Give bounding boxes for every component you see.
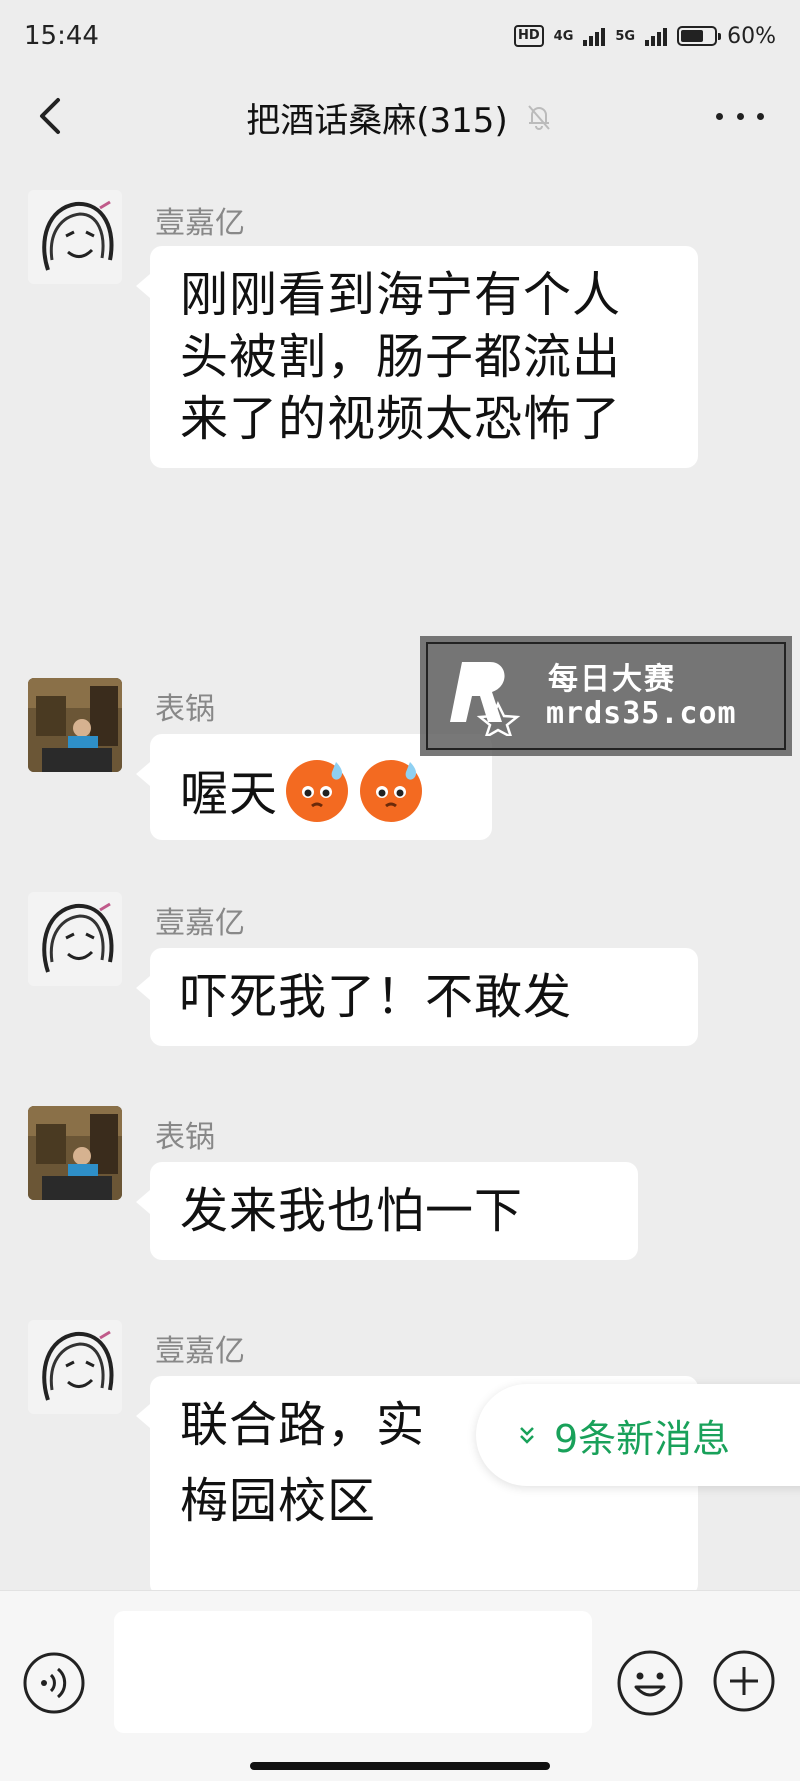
voice-button[interactable] [22, 1651, 86, 1715]
sender-name: 壹嘉亿 [155, 906, 245, 941]
sender-name: 表锅 [155, 692, 215, 727]
voice-icon [23, 1652, 85, 1714]
avatar[interactable] [28, 1320, 122, 1414]
sketch-face-avatar-icon [28, 190, 122, 284]
signal-icon [583, 26, 606, 46]
watermark-url: mrds35.com [546, 696, 737, 731]
battery-icon [677, 26, 722, 46]
avatar[interactable] [28, 190, 122, 284]
message-input[interactable] [114, 1611, 592, 1733]
status-time: 15:44 [24, 21, 99, 51]
avatar[interactable] [28, 678, 122, 772]
sender-name: 壹嘉亿 [155, 206, 245, 241]
chevron-left-icon [40, 98, 60, 134]
sender-name: 壹嘉亿 [155, 1334, 245, 1369]
battery-fill [681, 30, 703, 42]
emoji-button[interactable] [616, 1649, 684, 1717]
smiley-icon [617, 1650, 683, 1716]
sweat-face-emoji [286, 760, 349, 822]
message-bubble[interactable]: 吓死我了！不敢发 [136, 948, 698, 1046]
battery-percent: 60% [727, 23, 776, 49]
message-text: 刚刚看到海宁有个人头被割，肠子都流出来了的视频太恐怖了 [180, 267, 622, 447]
plus-circle-icon [713, 1650, 775, 1712]
message-bubble[interactable]: 发来我也怕一下 [136, 1162, 638, 1260]
network-4g-label: 4G [553, 28, 574, 44]
watermark-logo-icon [450, 662, 521, 736]
more-dots-icon [716, 112, 723, 120]
signal-icon [645, 26, 668, 46]
sender-name: 表锅 [155, 1120, 215, 1155]
photo-avatar-icon [28, 678, 122, 772]
back-button[interactable] [30, 94, 74, 138]
avatar[interactable] [28, 892, 122, 986]
message-text: 吓死我了！不敢发 [180, 969, 573, 1025]
watermark-title: 每日大赛 [548, 662, 676, 697]
network-5g-label: 5G [615, 28, 636, 44]
avatar[interactable] [28, 1106, 122, 1200]
double-chevron-down-icon [520, 1427, 534, 1444]
new-messages-label: 9条新消息 [554, 1416, 731, 1461]
message-text: 发来我也怕一下 [180, 1183, 524, 1239]
message-text: 喔天 [180, 766, 279, 822]
home-indicator[interactable] [250, 1762, 550, 1770]
hd-icon: HD [513, 25, 544, 47]
chat-header: 把酒话桑麻(315) [0, 72, 800, 162]
new-messages-button[interactable]: 9条新消息 [476, 1384, 800, 1486]
bell-off-icon [527, 105, 550, 130]
status-icons: HD 4G 5G 60% [513, 23, 776, 49]
more-options-button[interactable] [716, 96, 764, 136]
photo-avatar-icon [28, 1106, 122, 1200]
sketch-face-avatar-icon [28, 1320, 122, 1414]
message-bubble[interactable]: 刚刚看到海宁有个人头被割，肠子都流出来了的视频太恐怖了 [136, 246, 698, 468]
sweat-face-emoji [360, 760, 423, 822]
input-bar [0, 1590, 800, 1781]
plus-button[interactable] [712, 1649, 776, 1713]
chat-title: 把酒话桑麻(315) [246, 100, 508, 141]
status-bar: 15:44 HD 4G 5G 60% [0, 0, 800, 72]
sketch-face-avatar-icon [28, 892, 122, 986]
watermark: 每日大赛 mrds35.com [420, 636, 792, 756]
